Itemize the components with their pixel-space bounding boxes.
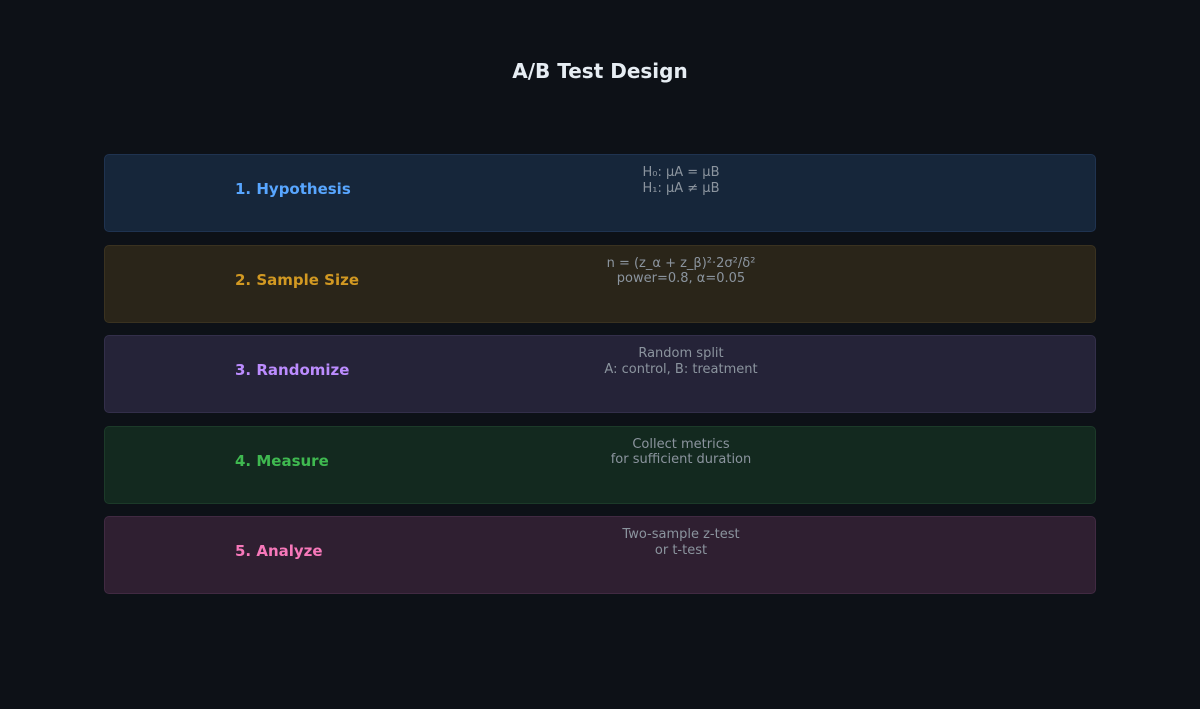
step-detail-line: Two-sample z-test [622, 527, 740, 542]
step-analyze: 5. Analyze Two-sample z-test or t-test [104, 516, 1096, 594]
step-sample-size: 2. Sample Size n = (z_α + z_β)²·2σ²/δ² p… [104, 244, 1096, 323]
step-label: 4. Measure [235, 451, 329, 470]
step-hypothesis: 1. Hypothesis H₀: μA = μB H₁: μA ≠ μB [104, 154, 1096, 232]
step-detail-line: power=0.8, α=0.05 [616, 271, 746, 286]
step-detail-line: n = (z_α + z_β)²·2σ²/δ² [606, 255, 756, 271]
step-label: 1. Hypothesis [235, 180, 351, 198]
step-detail: Random split A: control, B: treatment [581, 346, 781, 377]
step-detail-line: or t-test [654, 542, 708, 558]
step-detail-line: for sufficient duration [610, 452, 752, 467]
step-detail: Collect metrics for sufficient duration [581, 437, 781, 468]
step-label: 3. Randomize [235, 361, 350, 379]
step-measure: 4. Measure Collect metrics for sufficien… [104, 425, 1096, 504]
diagram-title: A/B Test Design [512, 59, 688, 83]
step-label: 2. Sample Size [235, 270, 360, 289]
step-label: 5. Analyze [235, 542, 323, 560]
step-detail-line: H₀: μA = μB [642, 165, 720, 180]
step-detail-line: Random split [638, 346, 724, 361]
step-detail-line: Collect metrics [632, 436, 730, 452]
step-detail-line: H₁: μA ≠ μB [642, 180, 720, 196]
step-detail: H₀: μA = μB H₁: μA ≠ μB [581, 165, 781, 196]
step-detail: n = (z_α + z_β)²·2σ²/δ² power=0.8, α=0.0… [581, 256, 781, 287]
steps-flow: 1. Hypothesis H₀: μA = μB H₁: μA ≠ μB 2.… [104, 154, 1096, 607]
step-detail-line: A: control, B: treatment [604, 361, 758, 377]
step-randomize: 3. Randomize Random split A: control, B:… [104, 335, 1096, 413]
step-detail: Two-sample z-test or t-test [581, 527, 781, 558]
